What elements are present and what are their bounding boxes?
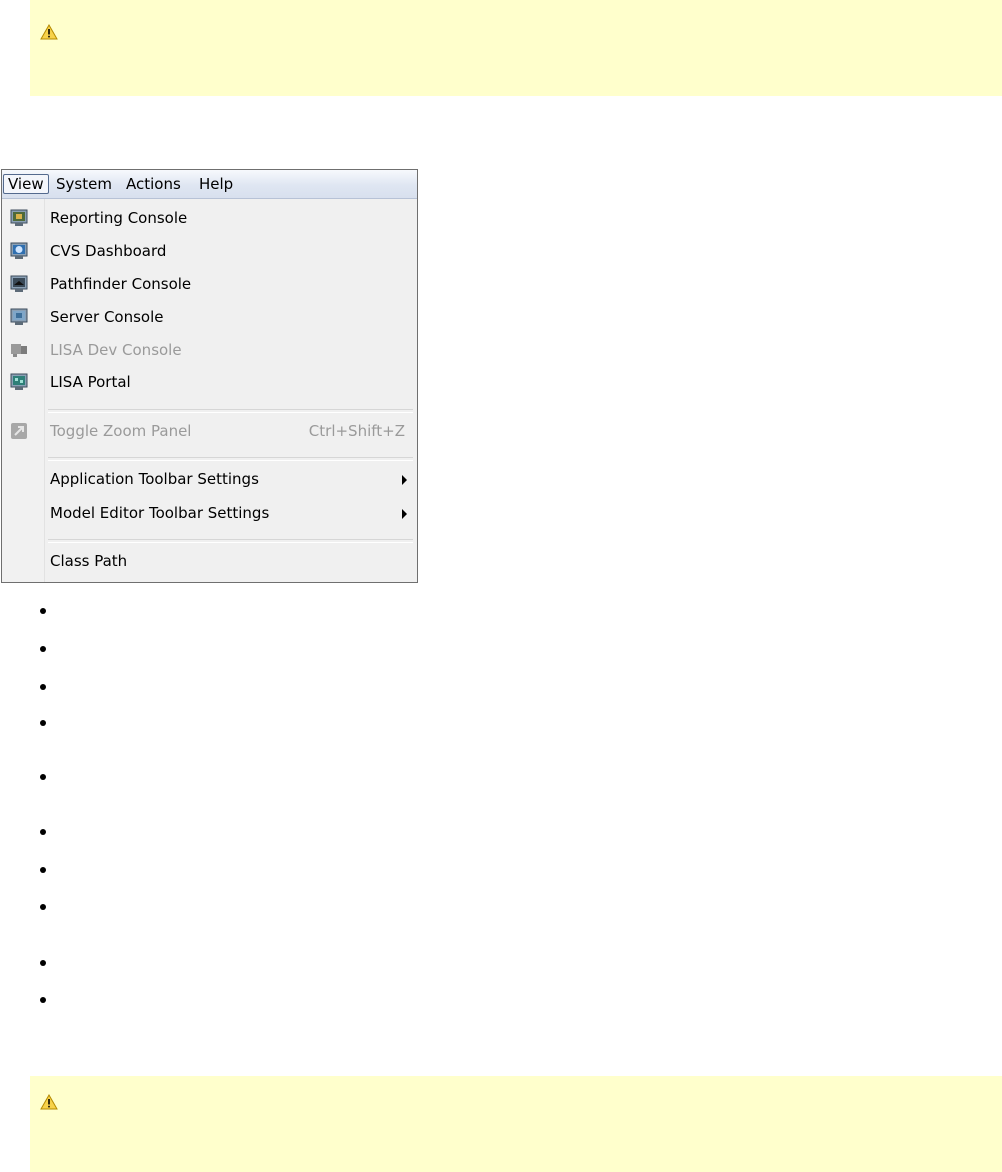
list-bullet [40, 997, 46, 1003]
menu-item-server-console[interactable]: Server Console [2, 302, 417, 334]
warning-icon [40, 23, 58, 40]
menu-item-label: Model Editor Toolbar Settings [50, 504, 270, 522]
menu-item-label: Reporting Console [50, 209, 188, 227]
reporting-console-icon [9, 209, 29, 227]
submenu-arrow-icon [402, 475, 407, 485]
menu-item-label: Class Path [50, 552, 128, 570]
list-bullet [40, 904, 46, 910]
menu-item-class-path[interactable]: Class Path [2, 546, 417, 578]
list-bullet [40, 960, 46, 966]
menu-item-label: LISA Portal [50, 373, 131, 391]
lisa-portal-icon [9, 373, 29, 391]
list-bullet [40, 646, 46, 652]
menubar: View System Actions Help [2, 170, 417, 199]
menu-separator [48, 539, 413, 543]
menu-item-label: Application Toolbar Settings [50, 470, 259, 488]
menu-item-toggle-zoom-panel: Toggle Zoom Panel Ctrl+Shift+Z [2, 416, 417, 448]
cvs-dashboard-icon [9, 242, 29, 260]
menu-item-application-toolbar-settings[interactable]: Application Toolbar Settings [2, 464, 417, 496]
submenu-arrow-icon [402, 509, 407, 519]
menu-item-reporting-console[interactable]: Reporting Console [2, 203, 417, 235]
list-bullet [40, 774, 46, 780]
shortcut-label: Ctrl+Shift+Z [308, 422, 405, 440]
menu-item-label: Pathfinder Console [50, 275, 192, 293]
menu-separator [48, 409, 413, 413]
lisa-dev-console-icon [9, 341, 29, 359]
menu-item-label: LISA Dev Console [50, 341, 182, 359]
list-bullet [40, 684, 46, 690]
list-bullet [40, 720, 46, 726]
menu-system[interactable]: System [52, 174, 116, 194]
view-menu-window: View System Actions Help Reporting Conso… [1, 169, 418, 583]
menu-actions[interactable]: Actions [122, 174, 185, 194]
list-bullet [40, 608, 46, 614]
view-dropdown: Reporting Console CVS Dashboard Pathfind… [2, 199, 417, 582]
menu-item-label: Toggle Zoom Panel [50, 422, 192, 440]
menu-item-label: CVS Dashboard [50, 242, 167, 260]
warning-box-top [30, 0, 1002, 96]
menu-item-pathfinder-console[interactable]: Pathfinder Console [2, 269, 417, 301]
server-console-icon [9, 308, 29, 326]
menu-item-label: Server Console [50, 308, 164, 326]
warning-icon [40, 1093, 58, 1110]
zoom-panel-icon [9, 422, 29, 440]
menu-view[interactable]: View [3, 174, 49, 194]
menu-item-lisa-portal[interactable]: LISA Portal [2, 367, 417, 399]
menu-item-cvs-dashboard[interactable]: CVS Dashboard [2, 236, 417, 268]
list-bullet [40, 829, 46, 835]
pathfinder-console-icon [9, 275, 29, 293]
warning-box-bottom [30, 1076, 1002, 1172]
menu-item-model-editor-toolbar-settings[interactable]: Model Editor Toolbar Settings [2, 498, 417, 530]
menu-separator [48, 457, 413, 461]
list-bullet [40, 867, 46, 873]
menu-item-lisa-dev-console: LISA Dev Console [2, 335, 417, 367]
menu-help[interactable]: Help [195, 174, 237, 194]
